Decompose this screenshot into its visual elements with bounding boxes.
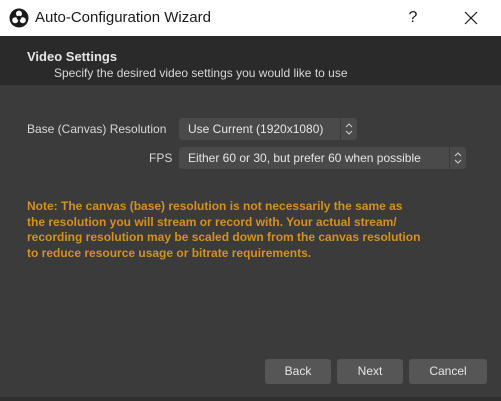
note-line: recording resolution may be scaled down … [27,230,421,244]
note-line: the resolution you will stream or record… [27,214,397,229]
note-line: Note: The canvas (base) resolution is no… [27,199,403,213]
resolution-note: Note: The canvas (base) resolution is no… [27,199,487,261]
resolution-select-value: Use Current (1920x1080) [188,122,324,136]
page-header: Video Settings Specify the desired video… [0,36,501,85]
auto-configuration-wizard-window: Auto-Configuration Wizard ? Video Settin… [0,0,501,401]
updown-arrow-icon [449,147,466,169]
resolution-select[interactable]: Use Current (1920x1080) [179,118,357,140]
updown-arrow-icon [340,118,357,140]
title-bar[interactable]: Auto-Configuration Wizard ? [0,0,501,36]
back-button[interactable]: Back [265,359,331,384]
page-title: Video Settings [27,49,118,64]
obs-logo-icon [9,8,29,28]
close-button[interactable] [448,0,494,36]
note-line: to reduce resource usage or bitrate requ… [27,245,312,260]
help-button[interactable]: ? [390,0,436,36]
resolution-label: Base (Canvas) Resolution [27,122,167,136]
fps-select[interactable]: Either 60 or 30, but prefer 60 when poss… [179,147,466,169]
close-icon [464,11,478,25]
bottom-border [0,397,501,401]
fps-select-value: Either 60 or 30, but prefer 60 when poss… [188,151,421,165]
cancel-button[interactable]: Cancel [409,359,487,384]
fps-label: FPS [149,151,173,165]
page-subtitle: Specify the desired video settings you w… [54,66,348,80]
window-title: Auto-Configuration Wizard [35,9,211,26]
next-button[interactable]: Next [337,359,403,384]
